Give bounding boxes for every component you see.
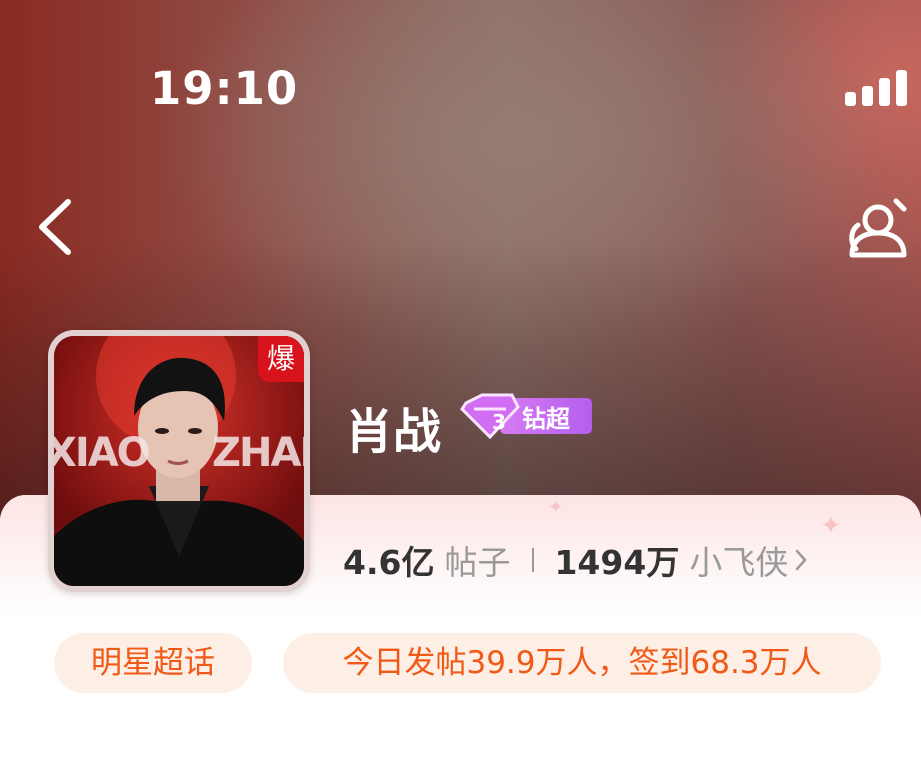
sparkle-decoration: ✦ — [820, 511, 842, 541]
fans-label: 小飞侠 — [689, 543, 789, 582]
follow-button[interactable] — [844, 195, 910, 261]
stats-divider — [532, 548, 535, 572]
tier-badge[interactable]: 3 钻超 — [460, 393, 592, 440]
chevron-right-icon — [796, 549, 808, 571]
activity-tag[interactable]: 今日发帖39.9万人，签到68.3万人 — [283, 633, 881, 693]
fans-link[interactable]: 1494万 小飞侠 — [554, 536, 808, 584]
category-tag[interactable]: 明星超话 — [54, 633, 252, 693]
topic-avatar[interactable]: XIAO ZHAN 爆 — [48, 330, 310, 592]
back-button[interactable] — [32, 196, 80, 258]
add-follow-icon — [849, 198, 907, 258]
tier-label: 钻超 — [522, 405, 570, 433]
chevron-left-icon — [39, 199, 71, 255]
posts-label: 帖子 — [444, 543, 511, 582]
svg-text:3: 3 — [492, 410, 506, 434]
avatar-text-right: ZHAN — [212, 430, 304, 476]
fans-count: 1494万 — [554, 543, 680, 582]
stats-row: 4.6亿 帖子 1494万 小飞侠 — [343, 536, 808, 584]
sparkle-decoration: ✦ — [548, 497, 564, 518]
status-time: 19:10 — [150, 62, 299, 115]
topic-name: 肖战 — [345, 404, 442, 460]
signal-icon — [845, 70, 907, 106]
hot-badge: 爆 — [258, 336, 304, 382]
avatar-image: XIAO ZHAN 爆 — [54, 336, 304, 586]
avatar-text-left: XIAO — [54, 430, 151, 476]
posts-count: 4.6亿 — [343, 543, 435, 582]
